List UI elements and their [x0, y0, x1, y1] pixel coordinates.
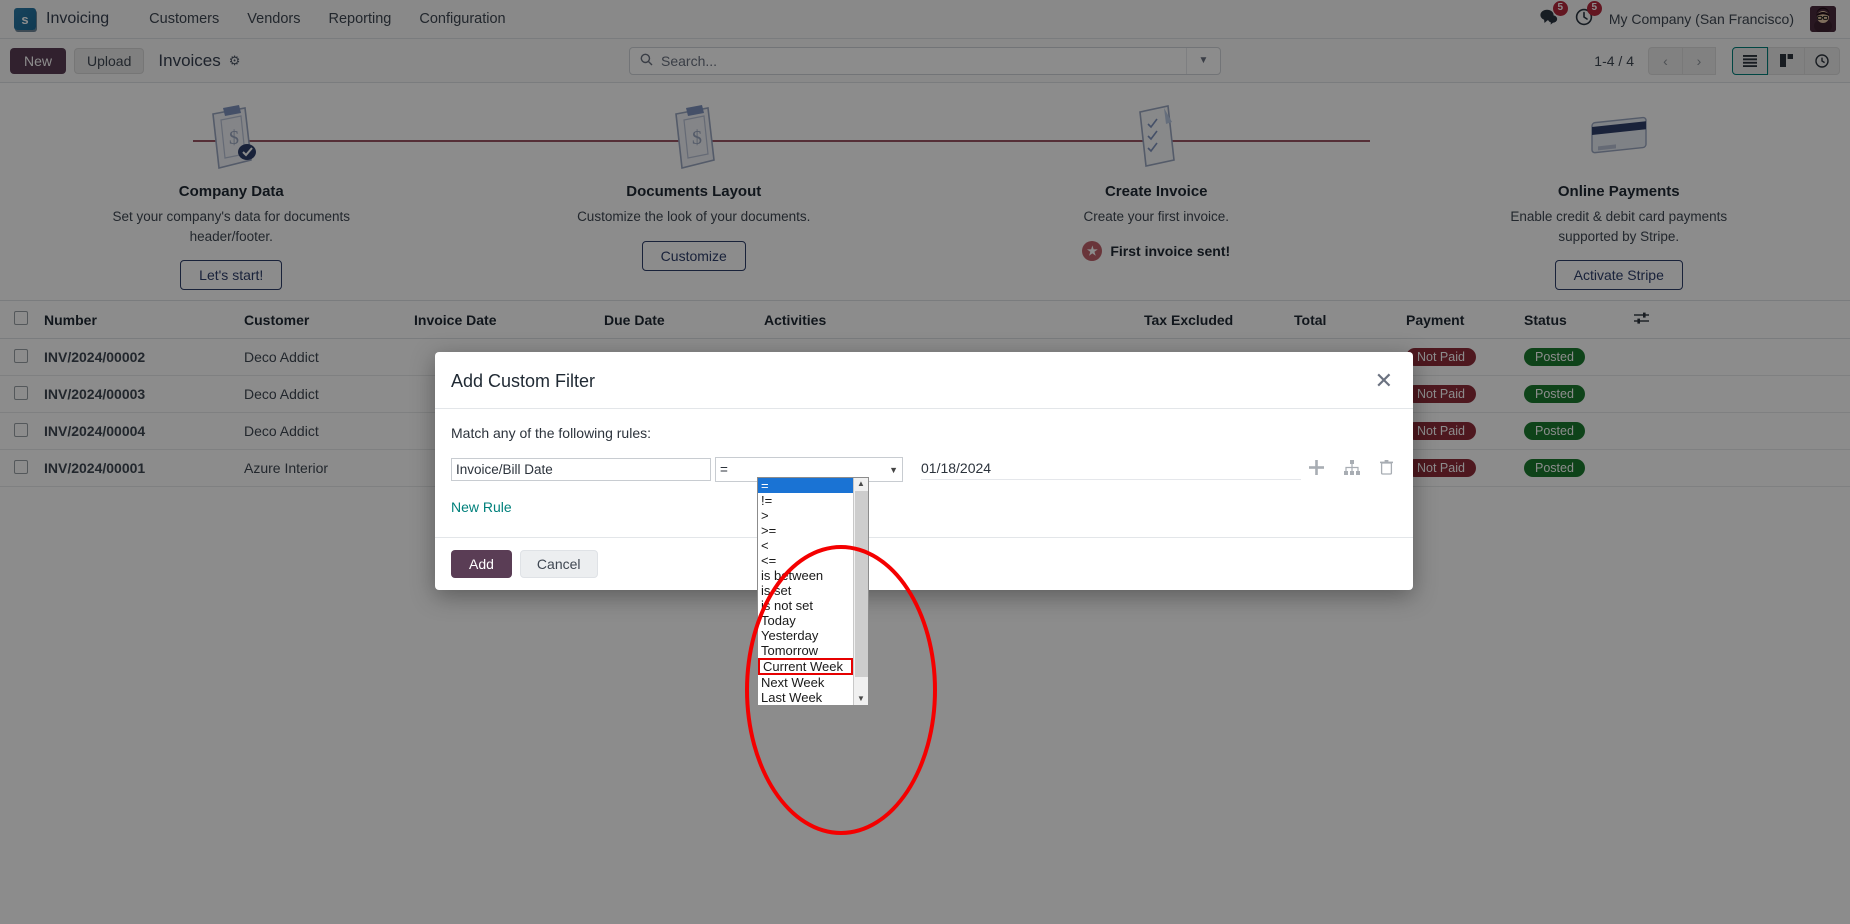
add-branch-icon[interactable] — [1344, 459, 1360, 480]
dropdown-option-last-week[interactable]: Last Week — [758, 690, 853, 705]
dropdown-option-is-set[interactable]: is set — [758, 583, 853, 598]
dropdown-option-less-equal[interactable]: <= — [758, 553, 853, 568]
scrollbar-thumb[interactable] — [855, 491, 868, 677]
operator-selected-value: = — [720, 462, 728, 477]
match-rules-label: Match any of the following rules: — [451, 425, 651, 441]
add-button[interactable]: Add — [451, 550, 512, 578]
dropdown-options: = != > >= < <= is between is set is not … — [758, 478, 853, 705]
dropdown-option-greater-equal[interactable]: >= — [758, 523, 853, 538]
add-custom-filter-dialog: Add Custom Filter ✕ Match any of the fol… — [435, 352, 1413, 590]
chevron-down-icon: ▼ — [889, 464, 898, 475]
dropdown-option-next-week[interactable]: Next Week — [758, 675, 853, 690]
dropdown-option-current-week[interactable]: Current Week — [758, 658, 853, 675]
dialog-body: Match any of the following rules: Invoic… — [435, 409, 1413, 521]
dialog-header: Add Custom Filter ✕ — [435, 352, 1413, 409]
filter-rule-row: Invoice/Bill Date = ▼ 01/18/2024 — [451, 457, 1397, 482]
dropdown-option-not-equals[interactable]: != — [758, 493, 853, 508]
scroll-up-icon[interactable]: ▲ — [857, 478, 865, 490]
scroll-down-icon[interactable]: ▼ — [857, 693, 865, 705]
dropdown-option-is-between[interactable]: is between — [758, 568, 853, 583]
dropdown-option-tomorrow[interactable]: Tomorrow — [758, 643, 853, 658]
dropdown-option-greater[interactable]: > — [758, 508, 853, 523]
field-selector[interactable]: Invoice/Bill Date — [451, 458, 711, 481]
dialog-title: Add Custom Filter — [451, 370, 596, 391]
dropdown-option-is-not-set[interactable]: is not set — [758, 598, 853, 613]
rule-action-buttons — [1309, 459, 1397, 480]
dropdown-option-today[interactable]: Today — [758, 613, 853, 628]
new-rule-link[interactable]: New Rule — [451, 499, 512, 515]
delete-rule-icon[interactable] — [1380, 459, 1393, 480]
dropdown-option-yesterday[interactable]: Yesterday — [758, 628, 853, 643]
dropdown-option-equals[interactable]: = — [758, 478, 853, 493]
dropdown-option-less[interactable]: < — [758, 538, 853, 553]
cancel-button[interactable]: Cancel — [519, 550, 598, 578]
close-icon[interactable]: ✕ — [1375, 370, 1393, 392]
dropdown-scrollbar[interactable]: ▲ ▼ — [853, 478, 868, 705]
dialog-footer: Add Cancel — [435, 537, 1413, 590]
add-rule-icon[interactable] — [1309, 459, 1324, 480]
value-input[interactable]: 01/18/2024 — [921, 460, 1301, 480]
operator-dropdown-list[interactable]: = != > >= < <= is between is set is not … — [757, 477, 869, 706]
